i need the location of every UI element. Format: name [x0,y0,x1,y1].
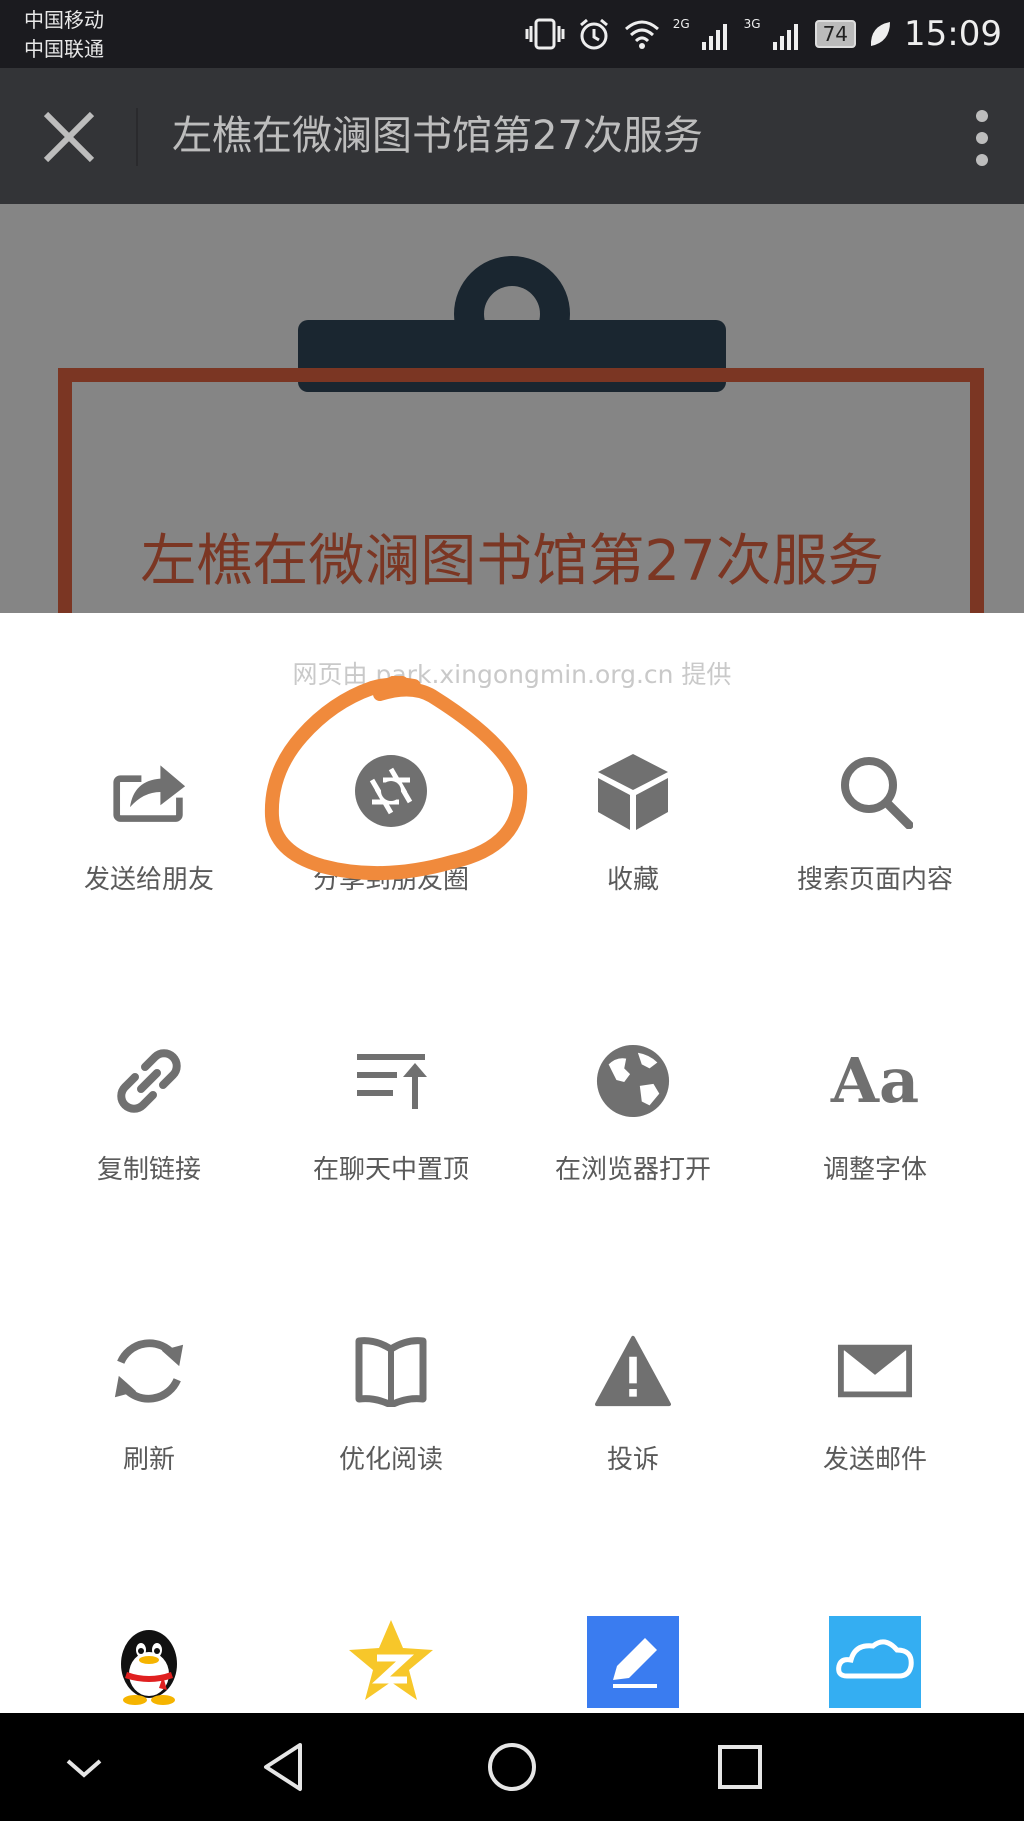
network-3g-label: 3G [743,17,761,31]
font-size-icon: Aa [831,1043,919,1119]
action-optimize-reading[interactable]: 优化阅读 [270,1333,512,1533]
battery-indicator: 74 [814,20,857,48]
home-icon[interactable] [482,1737,542,1797]
action-label: 发送邮件 [822,1445,927,1475]
wifi-icon [624,20,659,49]
leaf-icon [870,22,891,46]
action-report[interactable]: 投诉 [512,1333,754,1533]
font-size-glyph: Aa [830,1044,920,1117]
dimmed-web-content[interactable]: 左樵在微澜图书馆第27次服务 [0,204,1024,613]
action-copy-link[interactable]: 复制链接 [28,1043,270,1243]
action-label: 优化阅读 [338,1445,443,1475]
action-label: 复制链接 [96,1155,201,1185]
signal-icon-1 [701,24,727,50]
article-heading: 左樵在微澜图书馆第27次服务 [140,529,884,594]
action-adjust-font[interactable]: Aa 调整字体 [754,1043,996,1243]
refresh-icon [111,1333,187,1409]
mail-icon [837,1333,913,1409]
action-send-to-friend[interactable]: 发送给朋友 [28,753,270,953]
action-label: 在浏览器打开 [554,1155,711,1185]
globe-icon [595,1043,671,1119]
action-favorite[interactable]: 收藏 [512,753,754,953]
action-label: 投诉 [606,1445,659,1475]
pin-top-icon [353,1043,429,1119]
action-label: 刷新 [122,1445,175,1475]
action-open-in-browser[interactable]: 在浏览器打开 [512,1043,754,1243]
carrier-1: 中国移动 [24,8,104,32]
link-icon [111,1043,187,1119]
action-refresh[interactable]: 刷新 [28,1333,270,1533]
system-nav-bar [0,1713,1024,1821]
action-label: 发送给朋友 [83,865,214,895]
nav-divider [136,108,138,166]
action-label: 收藏 [606,865,659,895]
alarm-icon [579,18,608,50]
vibrate-icon [525,18,565,50]
more-options-icon[interactable] [974,108,990,168]
recent-apps-icon[interactable] [710,1737,770,1797]
status-icons: 2G 3G 74 15:09 [525,12,1002,56]
action-label: 搜索页面内容 [796,865,953,895]
share-icon [111,753,187,829]
page-title: 左樵在微澜图书馆第27次服务 [172,113,703,159]
note-pen-icon[interactable] [587,1616,679,1708]
network-2g-label: 2G [672,17,690,31]
search-icon [837,753,913,829]
cloud-icon[interactable] [829,1616,921,1708]
action-pin-top[interactable]: 在聊天中置顶 [270,1043,512,1243]
action-search-page[interactable]: 搜索页面内容 [754,753,996,953]
carrier-names: 中国移动 中国联通 [24,6,104,64]
qq-icon[interactable] [103,1616,195,1708]
book-icon [353,1333,429,1409]
qzone-icon[interactable] [345,1616,437,1708]
signal-icon-2 [772,24,798,50]
action-share-moments[interactable]: 分享到朋友圈 [270,753,512,953]
clock: 15:09 [904,14,1002,54]
carrier-2: 中国联通 [24,37,104,61]
source-note: 网页由 park.xingongmin.org.cn 提供 [292,660,732,689]
chevron-down-icon[interactable] [54,1737,114,1797]
action-label: 在聊天中置顶 [312,1155,469,1185]
back-icon[interactable] [254,1737,314,1797]
warning-icon [595,1333,671,1409]
status-bar: 中国移动 中国联通 2G 3G 74 15:09 [0,0,1024,68]
favorite-cube-icon [595,753,671,830]
share-action-sheet: 网页由 park.xingongmin.org.cn 提供 发送给朋友 分享到朋… [0,613,1024,1713]
action-send-email[interactable]: 发送邮件 [754,1333,996,1533]
moments-aperture-icon [353,753,429,829]
close-icon[interactable] [40,112,98,162]
top-nav-bar: 左樵在微澜图书馆第27次服务 [0,68,1024,204]
action-label: 分享到朋友圈 [312,865,469,895]
action-label: 调整字体 [822,1155,927,1185]
